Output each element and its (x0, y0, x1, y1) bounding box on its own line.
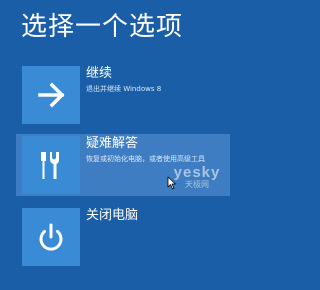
arrow-right-icon (38, 82, 65, 108)
shutdown-option[interactable]: 关闭电脑 (16, 206, 230, 268)
continue-description: 退出并继续 Windows 8 (86, 85, 162, 93)
power-icon (39, 223, 63, 251)
continue-option[interactable]: 继续 退出并继续 Windows 8 (16, 64, 230, 126)
page-title: 选择一个选项 (21, 12, 184, 42)
continue-tile[interactable] (22, 66, 80, 124)
tools-icon (41, 152, 59, 179)
shutdown-title: 关闭电脑 (86, 208, 139, 223)
mouse-cursor-icon (167, 176, 176, 190)
troubleshoot-title: 疑难解答 (86, 136, 139, 151)
troubleshoot-tile[interactable] (22, 136, 80, 194)
shutdown-tile[interactable] (22, 208, 80, 266)
continue-title: 继续 (86, 66, 113, 81)
